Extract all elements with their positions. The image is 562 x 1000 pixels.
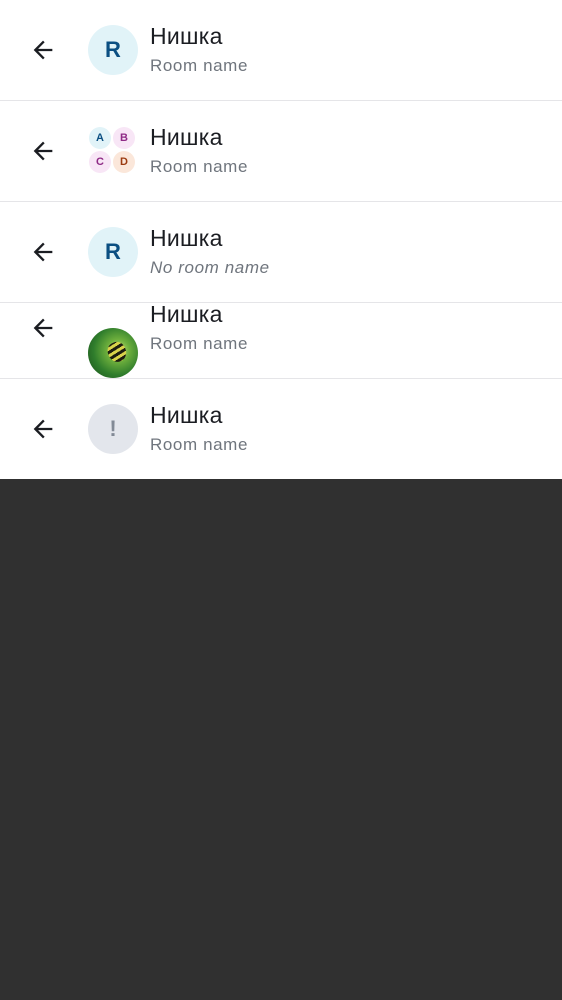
thread-header-texts: Нишка Room name (150, 22, 542, 77)
thread-header-texts: Нишка No room name (150, 224, 542, 279)
room-name: No room name (150, 258, 270, 277)
room-name: Room name (150, 435, 248, 454)
thread-header-texts: Нишка Room name (150, 401, 542, 456)
room-avatar: R (88, 227, 138, 277)
cluster-avatar-d: D (113, 151, 135, 173)
room-name: Room name (150, 157, 248, 176)
room-name: Room name (150, 56, 248, 75)
cluster-avatar-b: B (113, 127, 135, 149)
thread-header-row: Нишка Room name (0, 278, 562, 379)
thread-title: Нишка (150, 124, 223, 150)
back-button[interactable] (24, 31, 62, 69)
back-button[interactable] (24, 309, 62, 347)
thread-header-texts: Нишка Room name (150, 123, 542, 178)
thread-title: Нишка (150, 23, 223, 49)
thread-title: Нишка (150, 225, 223, 251)
back-button[interactable] (24, 233, 62, 271)
thread-title: Нишка (150, 402, 223, 428)
avatar-initial: R (105, 239, 121, 264)
thread-header-row: ! Нишка Room name (0, 379, 562, 479)
thread-header-row: A B C D Нишка Room name (0, 101, 562, 202)
arrow-back-icon (33, 419, 53, 439)
arrow-back-icon (33, 318, 53, 338)
arrow-back-icon (33, 40, 53, 60)
room-avatar-error: ! (88, 404, 138, 454)
arrow-back-icon (33, 242, 53, 262)
thread-header-list: R Нишка Room name A B C D Нишка Room nam… (0, 0, 562, 479)
arrow-back-icon (33, 141, 53, 161)
cluster-avatar-c: C (89, 151, 111, 173)
cluster-avatar-a: A (89, 127, 111, 149)
room-avatar: R (88, 25, 138, 75)
avatar-initial: R (105, 37, 121, 62)
avatar-cluster: A B C D (88, 126, 138, 176)
thread-title: Нишка (150, 301, 223, 327)
caterpillar-photo (104, 339, 130, 365)
room-name: Room name (150, 334, 248, 353)
back-button[interactable] (24, 410, 62, 448)
room-avatar-image (88, 328, 138, 378)
back-button[interactable] (24, 132, 62, 170)
error-icon: ! (109, 416, 117, 441)
thread-header-texts: Нишка Room name (150, 300, 542, 355)
thread-header-row: R Нишка Room name (0, 0, 562, 101)
